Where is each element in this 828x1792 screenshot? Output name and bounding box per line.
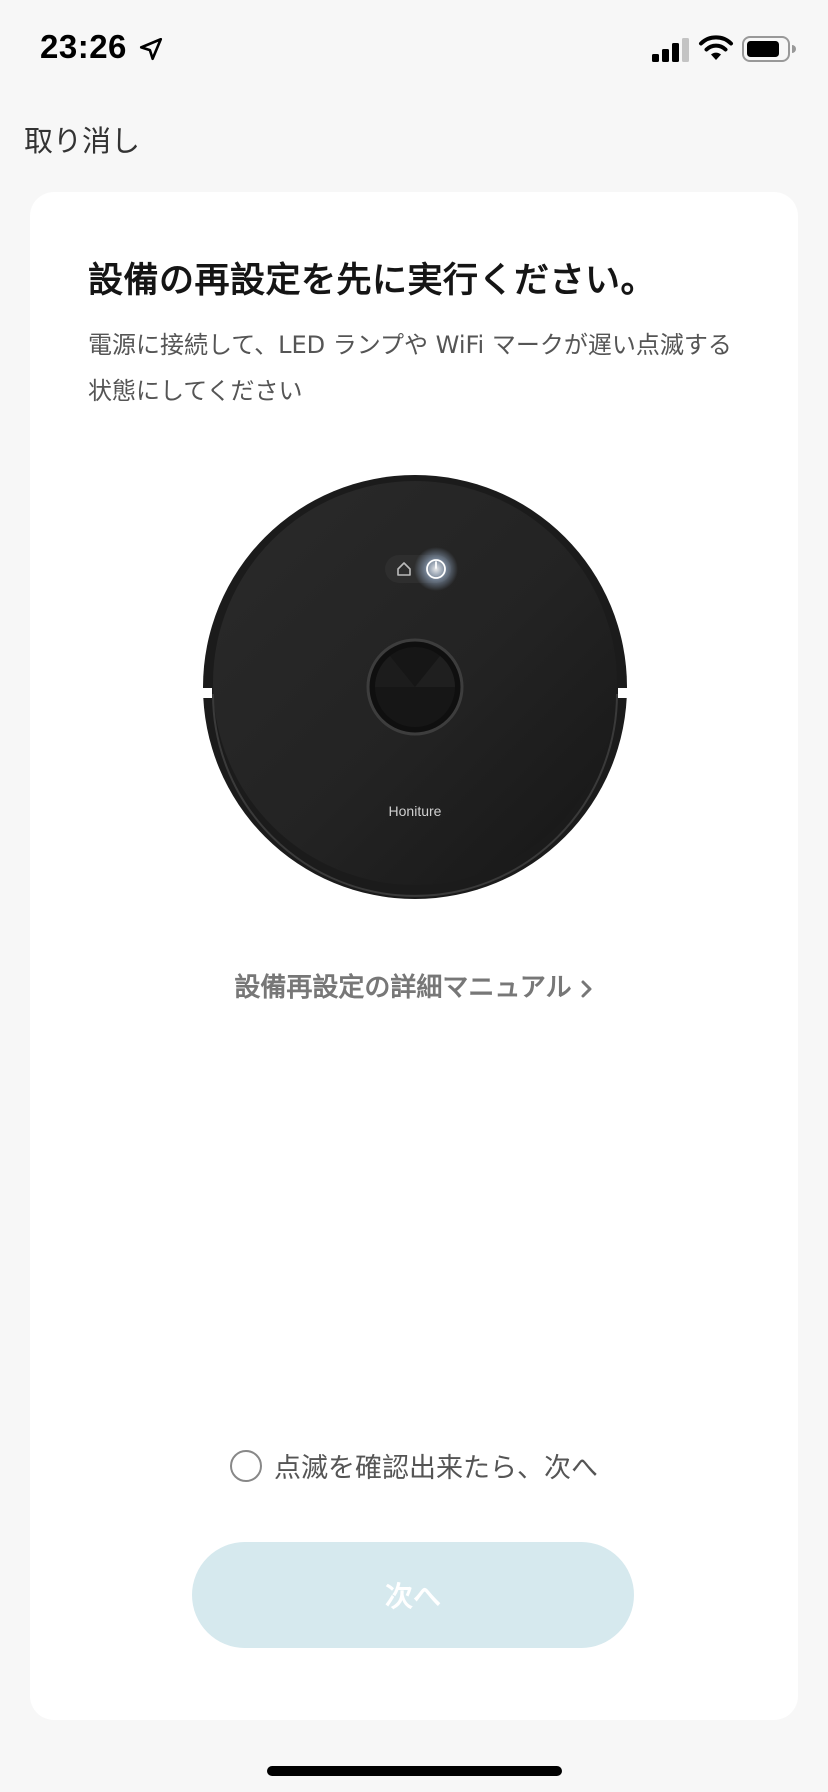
instruction-text: 電源に接続して、LED ランプや WiFi マークが遅い点滅する状態にしてくださ… (88, 331, 732, 405)
wifi-icon (699, 35, 733, 60)
next-button[interactable]: 次へ (192, 1542, 634, 1648)
location-arrow-icon (139, 37, 163, 61)
blink-confirmation[interactable]: 点滅を確認出来たら、次へ (30, 1446, 798, 1485)
cellular-signal-icon (652, 38, 689, 62)
robot-brand-logo: Honiture (389, 803, 442, 819)
manual-link-label: 設備再設定の詳細マニュアル (234, 973, 572, 1003)
battery-icon (742, 36, 796, 62)
chevron-right-icon (581, 980, 592, 997)
page-title: 設備の再設定を先に実行ください。 (88, 261, 657, 301)
home-indicator (267, 1766, 562, 1776)
robot-vacuum-image: Honiture (200, 475, 630, 899)
confirm-label: 点滅を確認出来たら、次へ (274, 1453, 598, 1484)
status-time: 23:26 (40, 28, 127, 65)
confirm-radio[interactable] (230, 1449, 262, 1482)
reset-manual-link[interactable]: 設備再設定の詳細マニュアル (30, 967, 798, 1004)
reset-instructions-card: 設備の再設定を先に実行ください。 電源に接続して、LED ランプや WiFi マ… (30, 192, 798, 1720)
status-bar: 23:26 (0, 0, 828, 100)
cancel-button[interactable]: 取り消し (24, 118, 140, 160)
